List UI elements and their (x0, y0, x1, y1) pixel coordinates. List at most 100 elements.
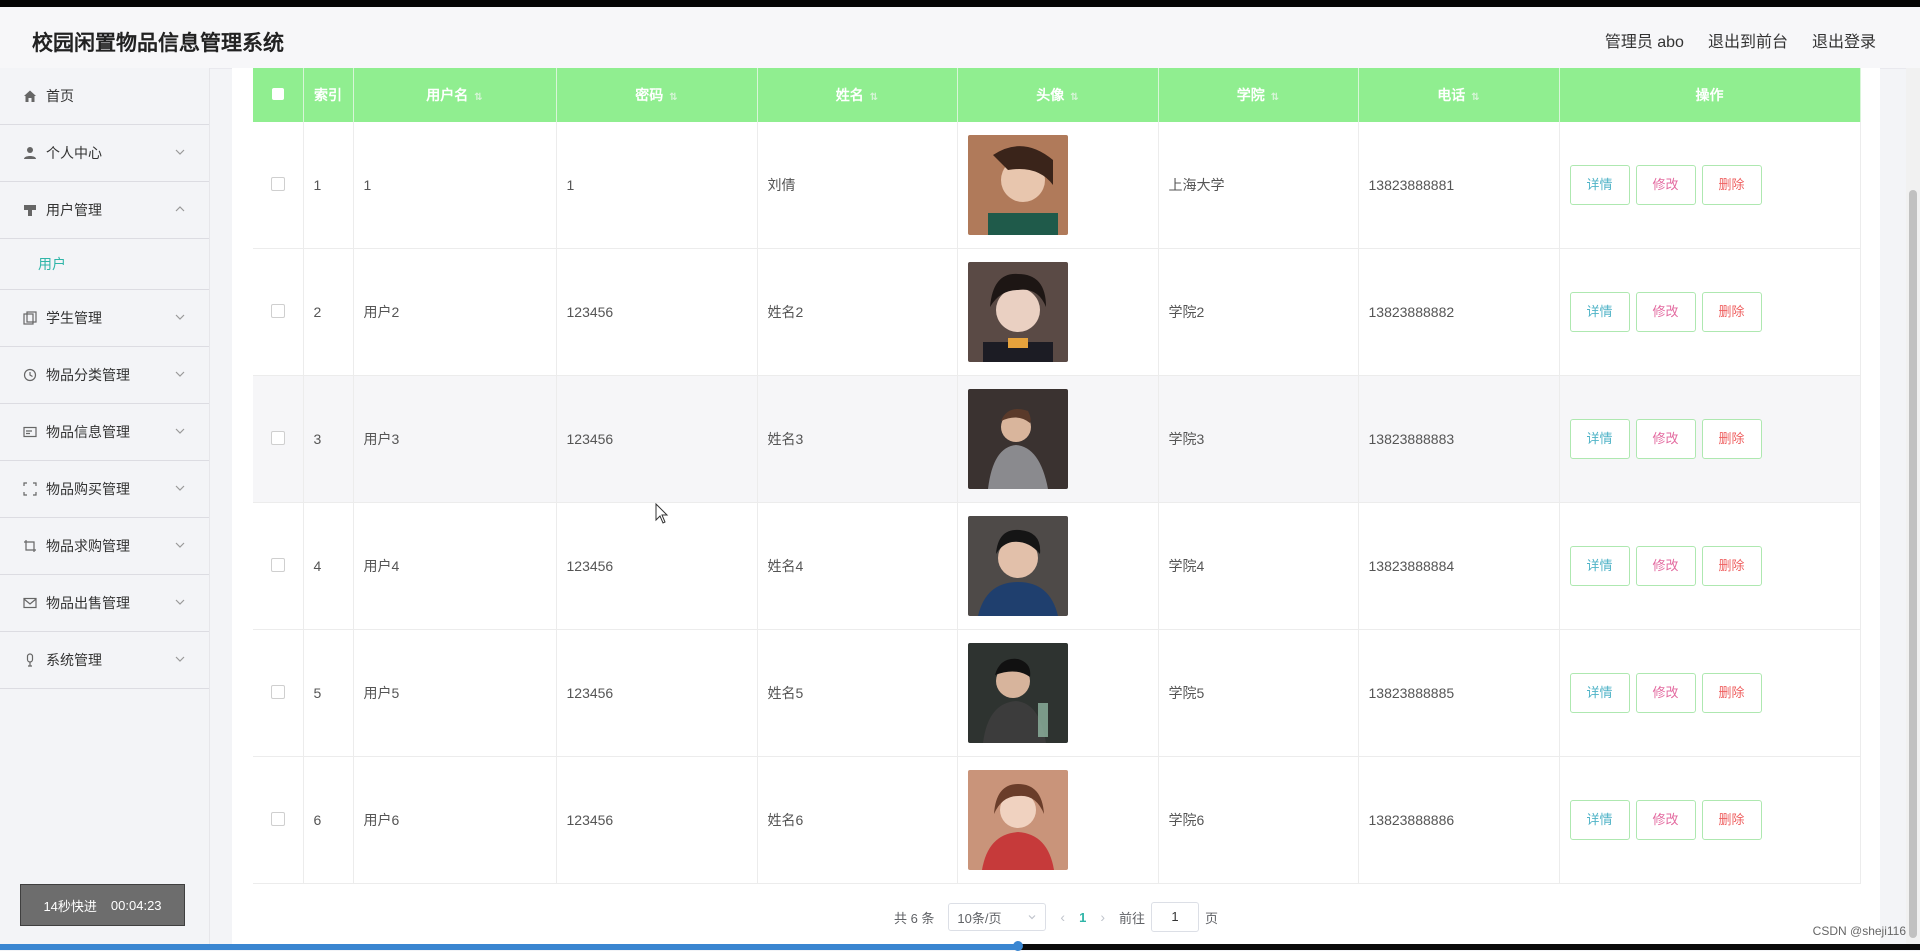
cell-username: 1 (353, 122, 557, 249)
sidebar-item-wanted[interactable]: 物品求购管理 (0, 518, 209, 575)
delete-button[interactable]: 删除 (1701, 546, 1762, 586)
detail-button[interactable]: 详情 (1569, 165, 1630, 205)
sidebar-item-label: 物品求购管理 (46, 538, 130, 554)
sidebar-item-category[interactable]: 物品分类管理 (0, 347, 209, 404)
vertical-scrollbar[interactable] (1906, 68, 1920, 944)
sidebar-item-label: 物品购买管理 (46, 481, 130, 497)
clock-icon (22, 367, 38, 383)
avatar-image[interactable] (967, 389, 1068, 489)
sort-icon[interactable]: ⇅ (669, 92, 677, 103)
cell-avatar (957, 629, 1159, 757)
column-label: 操作 (1695, 87, 1724, 103)
prev-page-button[interactable]: ‹ (1060, 909, 1065, 925)
column-header-phone[interactable]: 电话 ⇅ (1358, 68, 1560, 122)
edit-button[interactable]: 修改 (1635, 165, 1696, 205)
avatar-image[interactable] (967, 516, 1068, 616)
edit-button[interactable]: 修改 (1635, 673, 1696, 713)
table-row: 1 1 1 刘倩 上海大学 13823888881 详情 修改 删除 (253, 122, 1861, 249)
delete-button[interactable]: 删除 (1701, 673, 1762, 713)
sidebar-item-sale[interactable]: 物品出售管理 (0, 575, 209, 632)
fast-forward-badge: 14秒快进 00:04:23 (20, 884, 185, 926)
delete-button[interactable]: 删除 (1701, 165, 1762, 205)
sidebar-item-profile[interactable]: 个人中心 (0, 125, 209, 182)
cell-username: 用户3 (353, 375, 557, 503)
cell-index: 1 (303, 122, 354, 249)
sort-icon[interactable]: ⇅ (870, 92, 878, 103)
delete-button[interactable]: 删除 (1701, 419, 1762, 459)
cell-index: 6 (303, 756, 354, 884)
sort-icon[interactable]: ⇅ (1271, 92, 1279, 103)
cell-phone: 13823888882 (1358, 248, 1560, 376)
sidebar-item-goods-info[interactable]: 物品信息管理 (0, 404, 209, 461)
avatar-image[interactable] (967, 262, 1068, 362)
page-number-current[interactable]: 1 (1079, 910, 1086, 925)
edit-button[interactable]: 修改 (1635, 800, 1696, 840)
goto-prefix: 前往 (1119, 910, 1146, 926)
edit-button[interactable]: 修改 (1635, 546, 1696, 586)
chevron-up-icon (175, 206, 185, 212)
chevron-down-icon (175, 542, 185, 548)
exit-to-front-link[interactable]: 退出到前台 (1708, 28, 1788, 52)
home-icon (22, 88, 38, 104)
logout-link[interactable]: 退出登录 (1812, 28, 1876, 52)
cell-actions: 详情 修改 删除 (1559, 248, 1861, 376)
cell-name: 刘倩 (757, 122, 958, 249)
chevron-down-icon (175, 599, 185, 605)
sidebar-item-system[interactable]: 系统管理 (0, 632, 209, 689)
row-checkbox[interactable] (253, 375, 304, 503)
delete-button[interactable]: 删除 (1701, 292, 1762, 332)
avatar-image[interactable] (967, 770, 1068, 870)
avatar-image[interactable] (967, 643, 1068, 743)
column-header-name[interactable]: 姓名 ⇅ (757, 68, 958, 122)
row-checkbox[interactable] (253, 756, 304, 884)
chevron-down-icon (175, 428, 185, 434)
delete-button[interactable]: 删除 (1701, 800, 1762, 840)
detail-button[interactable]: 详情 (1569, 673, 1630, 713)
sidebar-subitem-user[interactable]: 用户 (0, 239, 209, 290)
column-label: 索引 (314, 87, 342, 103)
page-size-select[interactable]: 10条/页 (948, 903, 1047, 931)
detail-button[interactable]: 详情 (1569, 800, 1630, 840)
sort-icon[interactable]: ⇅ (1070, 92, 1078, 103)
row-checkbox[interactable] (253, 629, 304, 757)
detail-button[interactable]: 详情 (1569, 419, 1630, 459)
column-header-username[interactable]: 用户名 ⇅ (353, 68, 557, 122)
cell-actions: 详情 修改 删除 (1559, 502, 1861, 630)
mic-icon (22, 652, 38, 668)
sort-icon[interactable]: ⇅ (474, 92, 482, 103)
cell-username: 用户4 (353, 502, 557, 630)
sidebar-item-home[interactable]: 首页 (0, 68, 209, 125)
next-page-button[interactable]: › (1100, 909, 1105, 925)
sidebar-item-user-manage[interactable]: 用户管理 (0, 182, 209, 239)
cell-username: 用户6 (353, 756, 557, 884)
cell-college: 学院5 (1158, 629, 1359, 757)
row-checkbox[interactable] (253, 122, 304, 249)
cell-avatar (957, 756, 1159, 884)
select-all-checkbox[interactable] (253, 68, 304, 122)
column-header-avatar[interactable]: 头像 ⇅ (957, 68, 1159, 122)
column-header-college[interactable]: 学院 ⇅ (1158, 68, 1359, 122)
column-header-password[interactable]: 密码 ⇅ (556, 68, 758, 122)
cell-college: 学院2 (1158, 248, 1359, 376)
cell-actions: 详情 修改 删除 (1559, 629, 1861, 757)
fast-forward-label: 14秒快进 (43, 898, 97, 914)
detail-button[interactable]: 详情 (1569, 292, 1630, 332)
cell-phone: 13823888884 (1358, 502, 1560, 630)
sidebar-item-purchase[interactable]: 物品购买管理 (0, 461, 209, 518)
edit-button[interactable]: 修改 (1635, 292, 1696, 332)
detail-button[interactable]: 详情 (1569, 546, 1630, 586)
sort-icon[interactable]: ⇅ (1471, 92, 1479, 103)
table-row: 6 用户6 123456 姓名6 学院6 13823888886 详情 修改 删除 (253, 756, 1861, 884)
goto-page-input[interactable]: 1 (1151, 902, 1200, 932)
sidebar-item-label: 物品分类管理 (46, 367, 130, 383)
edit-button[interactable]: 修改 (1635, 419, 1696, 459)
row-checkbox[interactable] (253, 248, 304, 376)
row-checkbox[interactable] (253, 502, 304, 630)
sidebar-item-students[interactable]: 学生管理 (0, 290, 209, 347)
user-table: 索引 用户名 ⇅ 密码 ⇅ 姓名 ⇅ 头像 ⇅ 学院 ⇅ 电话 ⇅ 操作 1 1 1 刘倩 … (253, 68, 1861, 884)
cell-college: 学院4 (1158, 502, 1359, 630)
chevron-down-icon (175, 149, 185, 155)
pagination: 共 6 条 10条/页 ‹ 1 › 前往 1 页 (232, 900, 1880, 934)
scrollbar-thumb[interactable] (1909, 190, 1917, 938)
avatar-image[interactable] (967, 135, 1068, 235)
